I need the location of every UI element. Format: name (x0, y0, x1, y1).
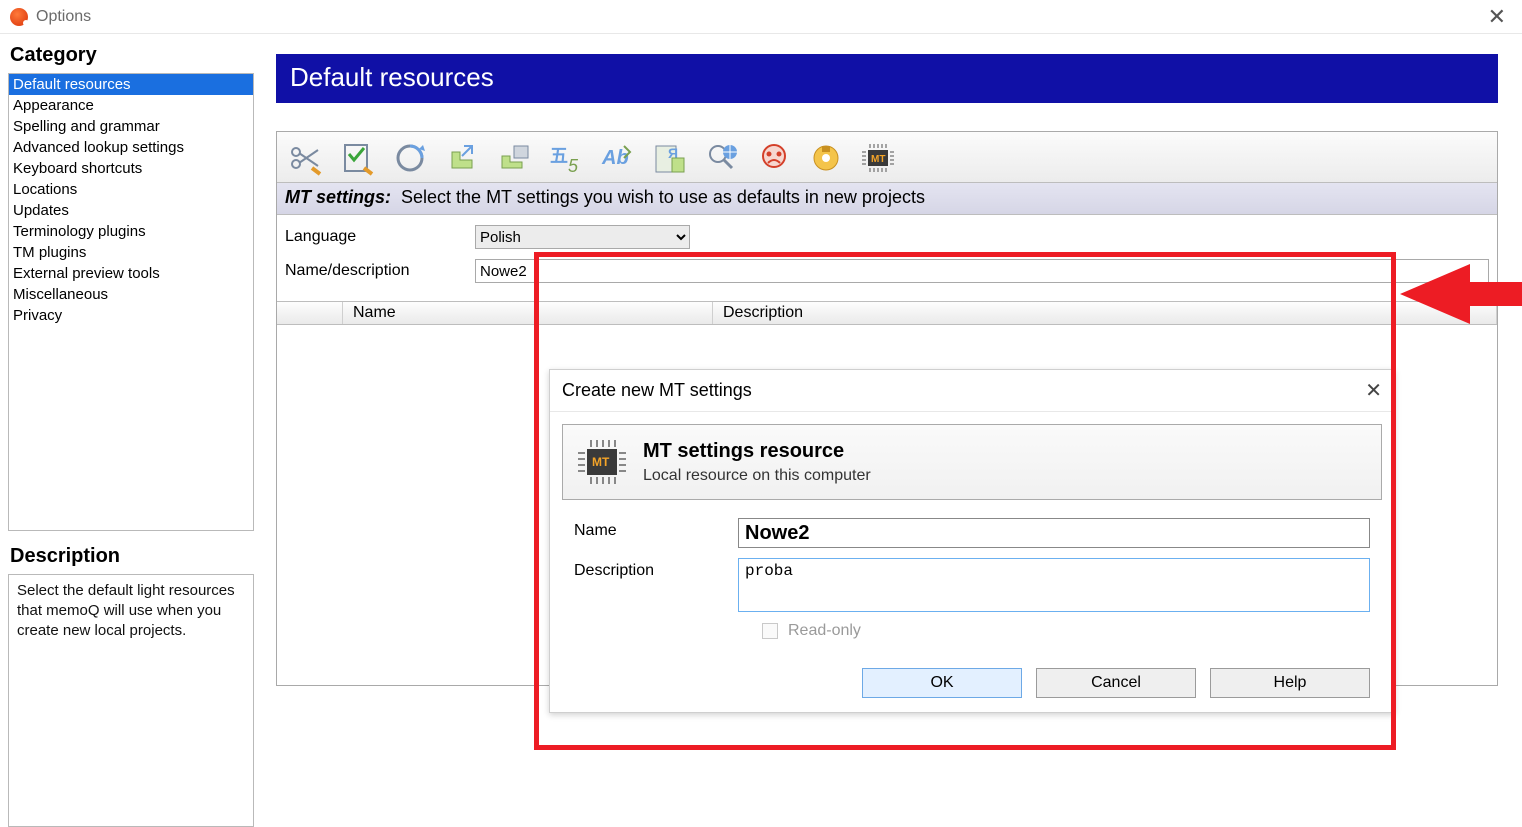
category-item-spelling[interactable]: Spelling and grammar (9, 116, 253, 137)
main-panel: Default resources 五5 Ab Я MT MT settings… (260, 34, 1522, 827)
export-path-rules-icon[interactable] (439, 136, 485, 180)
category-item-privacy[interactable]: Privacy (9, 305, 253, 326)
name-filter-input[interactable] (475, 259, 1489, 283)
category-item-appearance[interactable]: Appearance (9, 95, 253, 116)
category-item-keyboard-shortcuts[interactable]: Keyboard shortcuts (9, 158, 253, 179)
window-close-button[interactable]: ✕ (1482, 4, 1512, 30)
readonly-row: Read-only (762, 622, 1370, 640)
dialog-name-label: Name (574, 518, 738, 540)
autocorrect-icon[interactable]: Ab (595, 136, 641, 180)
svg-text:MT: MT (871, 154, 885, 165)
tm-settings-icon[interactable] (387, 136, 433, 180)
resource-toolbar: 五5 Ab Я MT (277, 132, 1497, 183)
mt-settings-text: Select the MT settings you wish to use a… (401, 187, 925, 207)
livedocs-icon[interactable] (803, 136, 849, 180)
category-list[interactable]: Default resources Appearance Spelling an… (8, 73, 254, 531)
name-filter-label: Name/description (285, 262, 475, 280)
app-icon (10, 8, 28, 26)
sidebar: Category Default resources Appearance Sp… (0, 34, 260, 827)
mt-settings-label: MT settings: (285, 187, 391, 207)
grid-header-description[interactable]: Description (713, 302, 1497, 324)
language-label: Language (285, 228, 475, 246)
dialog-titlebar: Create new MT settings ✕ (550, 370, 1394, 412)
dialog-info-title: MT settings resource (643, 440, 871, 463)
help-button[interactable]: Help (1210, 668, 1370, 698)
qa-settings-icon[interactable] (335, 136, 381, 180)
category-item-locations[interactable]: Locations (9, 179, 253, 200)
mt-settings-icon[interactable]: MT (855, 136, 901, 180)
category-item-terminology-plugins[interactable]: Terminology plugins (9, 221, 253, 242)
readonly-checkbox[interactable] (762, 623, 778, 639)
cancel-button[interactable]: Cancel (1036, 668, 1196, 698)
page-title: Default resources (276, 54, 1498, 103)
filter-area: Language Polish Name/description (277, 215, 1497, 301)
dialog-info-panel: MT MT settings resource Local resource o… (562, 424, 1382, 500)
grid-header: Name Description (277, 301, 1497, 325)
dialog-form: Name Description Read-only (550, 512, 1394, 640)
window-titlebar: Options ✕ (0, 0, 1522, 34)
dialog-description-input[interactable] (738, 558, 1370, 612)
dialog-close-button[interactable]: ✕ (1365, 378, 1382, 403)
svg-text:5: 5 (568, 156, 579, 176)
dialog-name-input[interactable] (738, 518, 1370, 548)
ignore-lists-icon[interactable] (751, 136, 797, 180)
category-item-tm-plugins[interactable]: TM plugins (9, 242, 253, 263)
web-search-icon[interactable] (699, 136, 745, 180)
dialog-info-subtitle: Local resource on this computer (643, 467, 871, 485)
mt-settings-bar: MT settings: Select the MT settings you … (277, 183, 1497, 215)
non-translatables-icon[interactable]: 五5 (543, 136, 589, 180)
category-item-external-preview[interactable]: External preview tools (9, 263, 253, 284)
readonly-label: Read-only (788, 622, 861, 640)
category-item-advanced-lookup[interactable]: Advanced lookup settings (9, 137, 253, 158)
auto-translation-rules-icon[interactable] (491, 136, 537, 180)
ok-button[interactable]: OK (862, 668, 1022, 698)
dialog-title-text: Create new MT settings (562, 380, 752, 401)
svg-text:五: 五 (550, 146, 568, 166)
category-item-miscellaneous[interactable]: Miscellaneous (9, 284, 253, 305)
svg-text:MT: MT (592, 455, 610, 469)
grid-header-name[interactable]: Name (343, 302, 713, 324)
create-mt-settings-dialog: Create new MT settings ✕ MT MT settings … (549, 369, 1395, 713)
category-item-default-resources[interactable]: Default resources (9, 74, 253, 95)
category-heading: Category (10, 44, 254, 67)
chip-icon: MT (575, 435, 629, 489)
description-box: Select the default light resources that … (8, 574, 254, 827)
description-heading: Description (10, 545, 254, 568)
window-title: Options (36, 8, 91, 26)
grid-header-checkbox-col (277, 302, 343, 324)
dialog-buttons: OK Cancel Help (550, 640, 1394, 712)
category-item-updates[interactable]: Updates (9, 200, 253, 221)
language-select[interactable]: Polish (475, 225, 690, 249)
filter-config-icon[interactable]: Я (647, 136, 693, 180)
dialog-description-label: Description (574, 558, 738, 580)
segmentation-rules-icon[interactable] (283, 136, 329, 180)
